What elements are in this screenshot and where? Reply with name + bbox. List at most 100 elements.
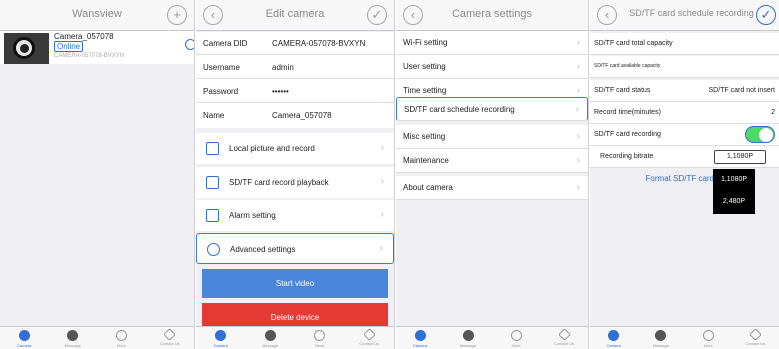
tab-label: Message	[64, 343, 81, 348]
maintenance-item[interactable]: Maintenance ›	[396, 149, 588, 173]
password-row[interactable]: Password ••••••	[196, 80, 394, 103]
more-icon	[314, 330, 326, 341]
camera-did: CAMERA-057078-BVXYN	[54, 53, 125, 59]
tab-camera[interactable]: Camera	[396, 327, 444, 349]
username-field[interactable]: admin	[272, 63, 294, 72]
confirm-icon[interactable]: ✓	[756, 5, 776, 25]
chevron-right-icon: ›	[379, 243, 383, 254]
sd-status-row: SD/TF card status SD/TF card not insert	[590, 80, 779, 102]
tab-contact[interactable]: Contact Us	[345, 327, 395, 349]
camera-icon	[608, 330, 620, 341]
add-camera-icon[interactable]: +	[167, 5, 187, 25]
did-row: Camera DID CAMERA-057078-BVXYN	[196, 32, 394, 55]
tab-camera[interactable]: Camera	[0, 327, 49, 349]
message-icon	[264, 330, 276, 341]
tab-message[interactable]: Message	[246, 327, 296, 349]
camera-icon	[215, 330, 227, 341]
username-label: Username	[203, 63, 240, 72]
name-field[interactable]: Camera_057078	[272, 111, 332, 120]
page-title: Edit camera	[265, 8, 325, 20]
bitrate-select[interactable]: 1,1080P	[714, 150, 766, 164]
chevron-right-icon: ›	[575, 104, 579, 115]
name-label: Name	[203, 111, 225, 120]
sd-schedule-recording-item[interactable]: SD/TF card schedule recording ›	[396, 97, 588, 121]
local-picture-menu-item[interactable]: Local picture and record ›	[196, 133, 394, 164]
chevron-right-icon: ›	[576, 155, 580, 166]
tab-message[interactable]: Message	[49, 327, 98, 349]
tab-camera[interactable]: Camera	[196, 327, 246, 349]
tab-label: Contact Us	[159, 341, 180, 346]
gear-icon	[207, 243, 220, 256]
camera-settings-header: ‹ Camera settings	[396, 0, 588, 31]
camera-settings-panel: ‹ Camera settings Wi-Fi setting › User se…	[396, 0, 589, 349]
more-icon	[510, 330, 522, 341]
tab-contact[interactable]: Contact Us	[732, 327, 779, 349]
tab-more[interactable]: More	[685, 327, 732, 349]
row-label: SD/TF card available capacity	[594, 63, 661, 69]
chevron-right-icon: ›	[380, 142, 384, 153]
tab-label: Camera	[213, 343, 228, 348]
user-setting-item[interactable]: User setting ›	[396, 55, 588, 79]
password-field[interactable]: ••••••	[272, 87, 289, 96]
did-label: Camera DID	[203, 39, 248, 48]
alarm-icon	[206, 209, 219, 222]
alarm-menu-item[interactable]: Alarm setting ›	[196, 200, 394, 231]
tab-camera[interactable]: Camera	[590, 327, 637, 349]
row-label: Record time(minutes)	[594, 109, 661, 116]
bitrate-option-480p[interactable]: 2,480P	[713, 191, 755, 213]
camera-settings-icon[interactable]	[185, 39, 194, 50]
total-capacity-row: SD/TF card total capacity	[590, 33, 779, 55]
contact-icon	[362, 328, 376, 341]
bitrate-option-1080p[interactable]: 1,1080P	[713, 169, 755, 191]
camera-list-header: Wansview +	[0, 0, 194, 31]
about-camera-item[interactable]: About camera ›	[396, 176, 588, 200]
tab-message[interactable]: Message	[637, 327, 684, 349]
app-title: Wansview	[72, 8, 122, 20]
confirm-icon[interactable]: ✓	[367, 5, 387, 25]
message-icon	[655, 330, 667, 341]
tab-more[interactable]: More	[295, 327, 345, 349]
setting-label: SD/TF card schedule recording	[404, 105, 515, 114]
contact-icon	[163, 328, 177, 341]
format-sd-card-link[interactable]: Format SD/TF card	[590, 174, 714, 183]
record-time-field[interactable]: 2	[771, 109, 775, 116]
camera-status-badge: Online	[54, 41, 84, 52]
tab-bar: Camera Message More Contact Us	[396, 326, 588, 349]
tab-message[interactable]: Message	[444, 327, 492, 349]
edit-camera-panel: ‹ Edit camera ✓ Camera DID CAMERA-057078-…	[196, 0, 395, 349]
advanced-settings-menu-item[interactable]: Advanced settings ›	[196, 233, 394, 264]
misc-setting-item[interactable]: Misc setting ›	[396, 125, 588, 149]
camera-fields: Camera DID CAMERA-057078-BVXYN Username ad…	[196, 32, 394, 128]
name-row[interactable]: Name Camera_057078	[196, 104, 394, 127]
row-label: SD/TF card recording	[594, 131, 661, 138]
contact-icon	[749, 328, 762, 341]
record-time-row[interactable]: Record time(minutes) 2	[590, 102, 779, 124]
start-video-button[interactable]: Start video	[202, 269, 388, 298]
did-value: CAMERA-057078-BVXYN	[272, 39, 366, 48]
username-row[interactable]: Username admin	[196, 56, 394, 79]
tab-contact[interactable]: Contact Us	[540, 327, 588, 349]
chevron-right-icon: ›	[380, 176, 384, 187]
setting-label: About camera	[403, 183, 453, 192]
bitrate-dropdown: 1,1080P 2,480P	[713, 169, 755, 214]
wifi-setting-item[interactable]: Wi-Fi setting ›	[396, 31, 588, 55]
tab-label: Message	[652, 343, 669, 348]
playback-menu-item[interactable]: SD/TF card record playback ›	[196, 167, 394, 198]
more-icon	[115, 330, 127, 341]
chevron-right-icon: ›	[576, 61, 580, 72]
tab-bar: Camera Message More Contact Us	[590, 326, 779, 349]
message-icon	[462, 330, 474, 341]
tab-contact[interactable]: Contact Us	[146, 327, 195, 349]
tab-more[interactable]: More	[97, 327, 146, 349]
tab-label: More	[315, 343, 325, 348]
tab-label: Contact Us	[359, 341, 380, 346]
setting-label: Time setting	[403, 86, 447, 95]
recording-toggle[interactable]	[745, 126, 775, 143]
tab-bar: Camera Message More Contact Us	[196, 326, 394, 349]
tab-label: More	[703, 343, 713, 348]
tab-bar: Camera Message More Contact Us	[0, 326, 194, 349]
bitrate-row: Recording bitrate 1,1080P	[590, 146, 779, 168]
tab-label: Message	[459, 343, 477, 348]
chevron-right-icon: ›	[576, 37, 580, 48]
tab-more[interactable]: More	[492, 327, 540, 349]
